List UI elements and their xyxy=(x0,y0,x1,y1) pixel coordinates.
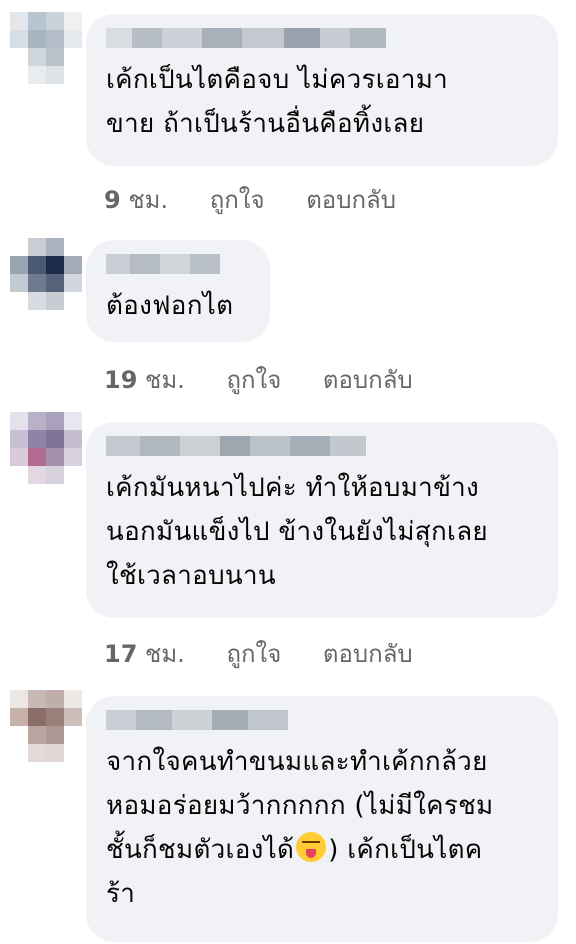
comment-actions: 17 ชม. ถูกใจ ตอบกลับ xyxy=(104,634,413,673)
commenter-name-redacted[interactable] xyxy=(106,28,536,48)
comment-text: เค้กเป็นไตคือจบ ไม่ควรเอามา ขาย ถ้าเป็นร… xyxy=(106,58,536,146)
comment-bubble: เค้กมันหนาไปค่ะ ทำให้อบมาข้าง นอกมันแข็ง… xyxy=(86,422,558,618)
comment-timestamp[interactable]: 19 ชม. xyxy=(104,366,185,394)
comment-text-line: นอกมันแข็งไป ข้างในยังไม่สุกเลย xyxy=(106,517,488,547)
avatar[interactable] xyxy=(10,12,82,84)
comment-text-line: ขาย ถ้าเป็นร้านอื่นคือทิ้งเลย xyxy=(106,109,425,139)
squinting-tongue-face-emoji xyxy=(296,832,327,862)
comment-text-line: ต้องฟอกไต xyxy=(106,291,234,321)
commenter-name-redacted[interactable] xyxy=(106,254,248,274)
avatar[interactable] xyxy=(10,690,82,762)
avatar[interactable] xyxy=(10,412,82,484)
reply-button[interactable]: ตอบกลับ xyxy=(323,366,413,394)
comment-timestamp[interactable]: 9 ชม. xyxy=(104,186,168,214)
reply-button[interactable]: ตอบกลับ xyxy=(323,640,413,668)
comment-text-line: ชั้นก็ชมตัวเองได้) เค้กเป็นไตค xyxy=(106,828,536,872)
commenter-name-redacted[interactable] xyxy=(106,436,536,456)
comment-text: จากใจคนทำขนมและทำเค้กกล้วย หอมอร่อยมว้าก… xyxy=(106,740,536,916)
comment-text-line: จากใจคนทำขนมและทำเค้กกล้วย xyxy=(106,747,488,777)
comment-text-line: ร้า xyxy=(106,879,136,909)
comment-text-line: เค้กเป็นไตคือจบ ไม่ควรเอามา xyxy=(106,65,449,95)
like-button[interactable]: ถูกใจ xyxy=(226,640,281,668)
comment-text-line: หอมอร่อยมว้ากกกกก (ไม่มีใครชม xyxy=(106,791,494,821)
like-button[interactable]: ถูกใจ xyxy=(226,366,281,394)
comment-text-line: ใช้เวลาอบนาน xyxy=(106,561,276,591)
comment-timestamp[interactable]: 17 ชม. xyxy=(104,640,185,668)
comment-actions: 19 ชม. ถูกใจ ตอบกลับ xyxy=(104,360,413,399)
comment-bubble: จากใจคนทำขนมและทำเค้กกล้วย หอมอร่อยมว้าก… xyxy=(86,696,558,942)
comment-bubble: เค้กเป็นไตคือจบ ไม่ควรเอามา ขาย ถ้าเป็นร… xyxy=(86,14,558,166)
comment-text-line: เค้กมันหนาไปค่ะ ทำให้อบมาข้าง xyxy=(106,473,480,503)
like-button[interactable]: ถูกใจ xyxy=(210,186,265,214)
reply-button[interactable]: ตอบกลับ xyxy=(306,186,396,214)
comment-bubble: ต้องฟอกไต xyxy=(86,240,270,342)
comment-text: ต้องฟอกไต xyxy=(106,284,248,328)
comment-text: เค้กมันหนาไปค่ะ ทำให้อบมาข้าง นอกมันแข็ง… xyxy=(106,466,536,598)
avatar[interactable] xyxy=(10,238,82,310)
commenter-name-redacted[interactable] xyxy=(106,710,536,730)
comment-actions: 9 ชม. ถูกใจ ตอบกลับ xyxy=(104,180,396,219)
